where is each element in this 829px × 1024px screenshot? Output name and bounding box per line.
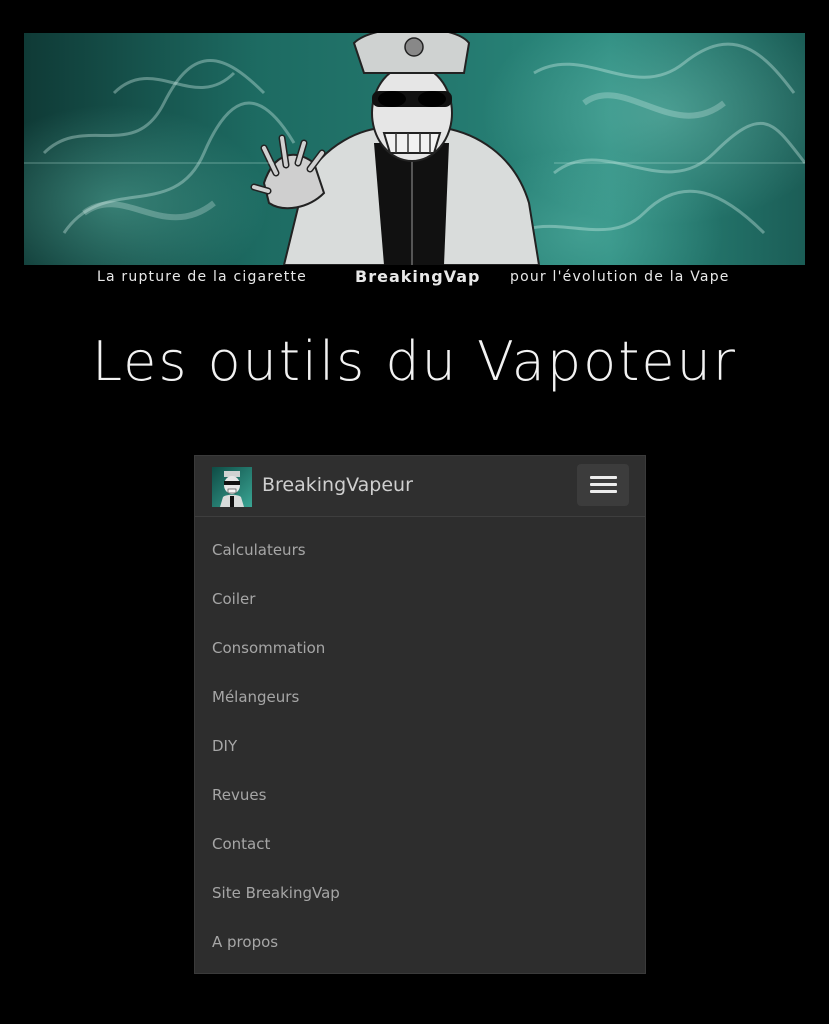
nav-item-coiler[interactable]: Coiler xyxy=(195,575,645,624)
nav-item-diy[interactable]: DIY xyxy=(195,722,645,771)
nav-item-melangeurs[interactable]: Mélangeurs xyxy=(195,673,645,722)
tagline-right: pour l'évolution de la Vape xyxy=(510,269,730,285)
header-banner-image xyxy=(24,33,805,265)
banner-tagline: La rupture de la cigarette BreakingVap p… xyxy=(0,267,829,288)
nav-menu-list: Calculateurs Coiler Consommation Mélange… xyxy=(195,526,645,967)
hamburger-icon-line xyxy=(590,483,617,486)
nav-item-a-propos[interactable]: A propos xyxy=(195,918,645,967)
navbar: BreakingVapeur xyxy=(195,456,645,517)
tagline-brand: BreakingVap xyxy=(355,267,481,286)
smoking-skull-illustration xyxy=(24,33,805,265)
skull-mascot-icon xyxy=(220,471,244,507)
nav-item-site-breakingvap[interactable]: Site BreakingVap xyxy=(195,869,645,918)
hamburger-icon xyxy=(590,476,617,479)
page: La rupture de la cigarette BreakingVap p… xyxy=(0,0,829,1024)
tagline-left: La rupture de la cigarette xyxy=(97,269,307,285)
brand-name-link[interactable]: BreakingVapeur xyxy=(262,474,413,496)
nav-item-calculateurs[interactable]: Calculateurs xyxy=(195,526,645,575)
navigation-menu: BreakingVapeur Calculateurs Coiler Conso… xyxy=(194,455,646,974)
nav-item-revues[interactable]: Revues xyxy=(195,771,645,820)
nav-item-contact[interactable]: Contact xyxy=(195,820,645,869)
brand-logo-icon[interactable] xyxy=(212,467,252,507)
nav-item-consommation[interactable]: Consommation xyxy=(195,624,645,673)
page-title: Les outils du Vapoteur xyxy=(91,330,738,393)
hamburger-icon-line xyxy=(590,490,617,493)
hamburger-menu-button[interactable] xyxy=(577,464,629,506)
